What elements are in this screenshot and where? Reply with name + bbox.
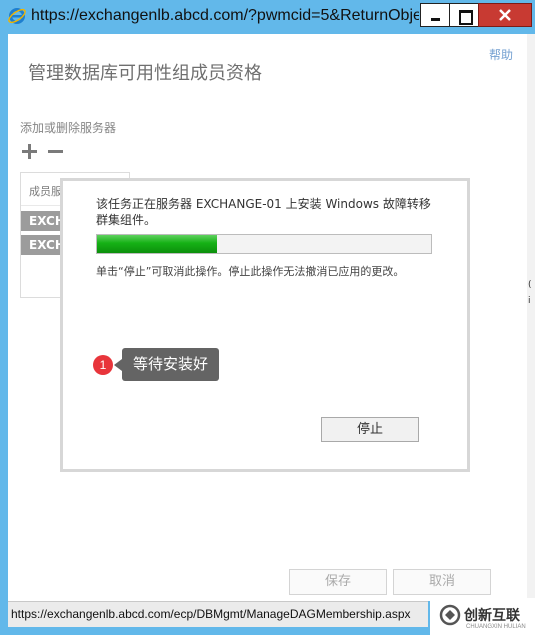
background-window-edge: ( i	[527, 34, 535, 601]
internet-explorer-icon	[8, 8, 26, 24]
minimize-button[interactable]	[420, 3, 450, 27]
watermark: 创新互联 CHUANGXIN HULIAN	[430, 598, 535, 635]
watermark-text: 创新互联	[464, 608, 520, 624]
close-icon	[499, 9, 511, 21]
status-bar: https://exchangenlb.abcd.com/ecp/DBMgmt/…	[8, 601, 428, 627]
close-button[interactable]	[478, 3, 532, 27]
progress-message: 该任务正在服务器 EXCHANGE-01 上安装 Windows 故障转移群集组…	[96, 197, 431, 227]
window-title: https://exchangenlb.abcd.com/?pwmcid=5&R…	[31, 7, 419, 24]
callout-number-badge: 1	[93, 355, 113, 375]
maximize-button[interactable]	[449, 3, 479, 27]
edge-glyph: i	[528, 296, 531, 306]
cancel-button[interactable]: 取消	[393, 569, 491, 595]
watermark-subtext: CHUANGXIN HULIAN	[466, 624, 526, 630]
edge-glyph: (	[528, 280, 532, 290]
stop-button[interactable]: 停止	[321, 417, 419, 442]
progress-dialog: 该任务正在服务器 EXCHANGE-01 上安装 Windows 故障转移群集组…	[60, 178, 470, 472]
progress-bar	[96, 234, 432, 254]
status-url: https://exchangenlb.abcd.com/ecp/DBMgmt/…	[11, 607, 411, 621]
brand-logo-icon	[439, 604, 461, 626]
save-button[interactable]: 保存	[289, 569, 387, 595]
window-titlebar[interactable]: https://exchangenlb.abcd.com/?pwmcid=5&R…	[0, 0, 535, 34]
stop-hint-text: 单击“停止”可取消此操作。停止此操作无法撤消已应用的更改。	[96, 265, 405, 278]
page-content: 帮助 管理数据库可用性组成员资格 添加或删除服务器 成员服务器 EXCHANGE…	[8, 34, 527, 601]
progress-bar-fill	[97, 235, 218, 253]
callout-annotation: 等待安装好	[114, 348, 219, 381]
